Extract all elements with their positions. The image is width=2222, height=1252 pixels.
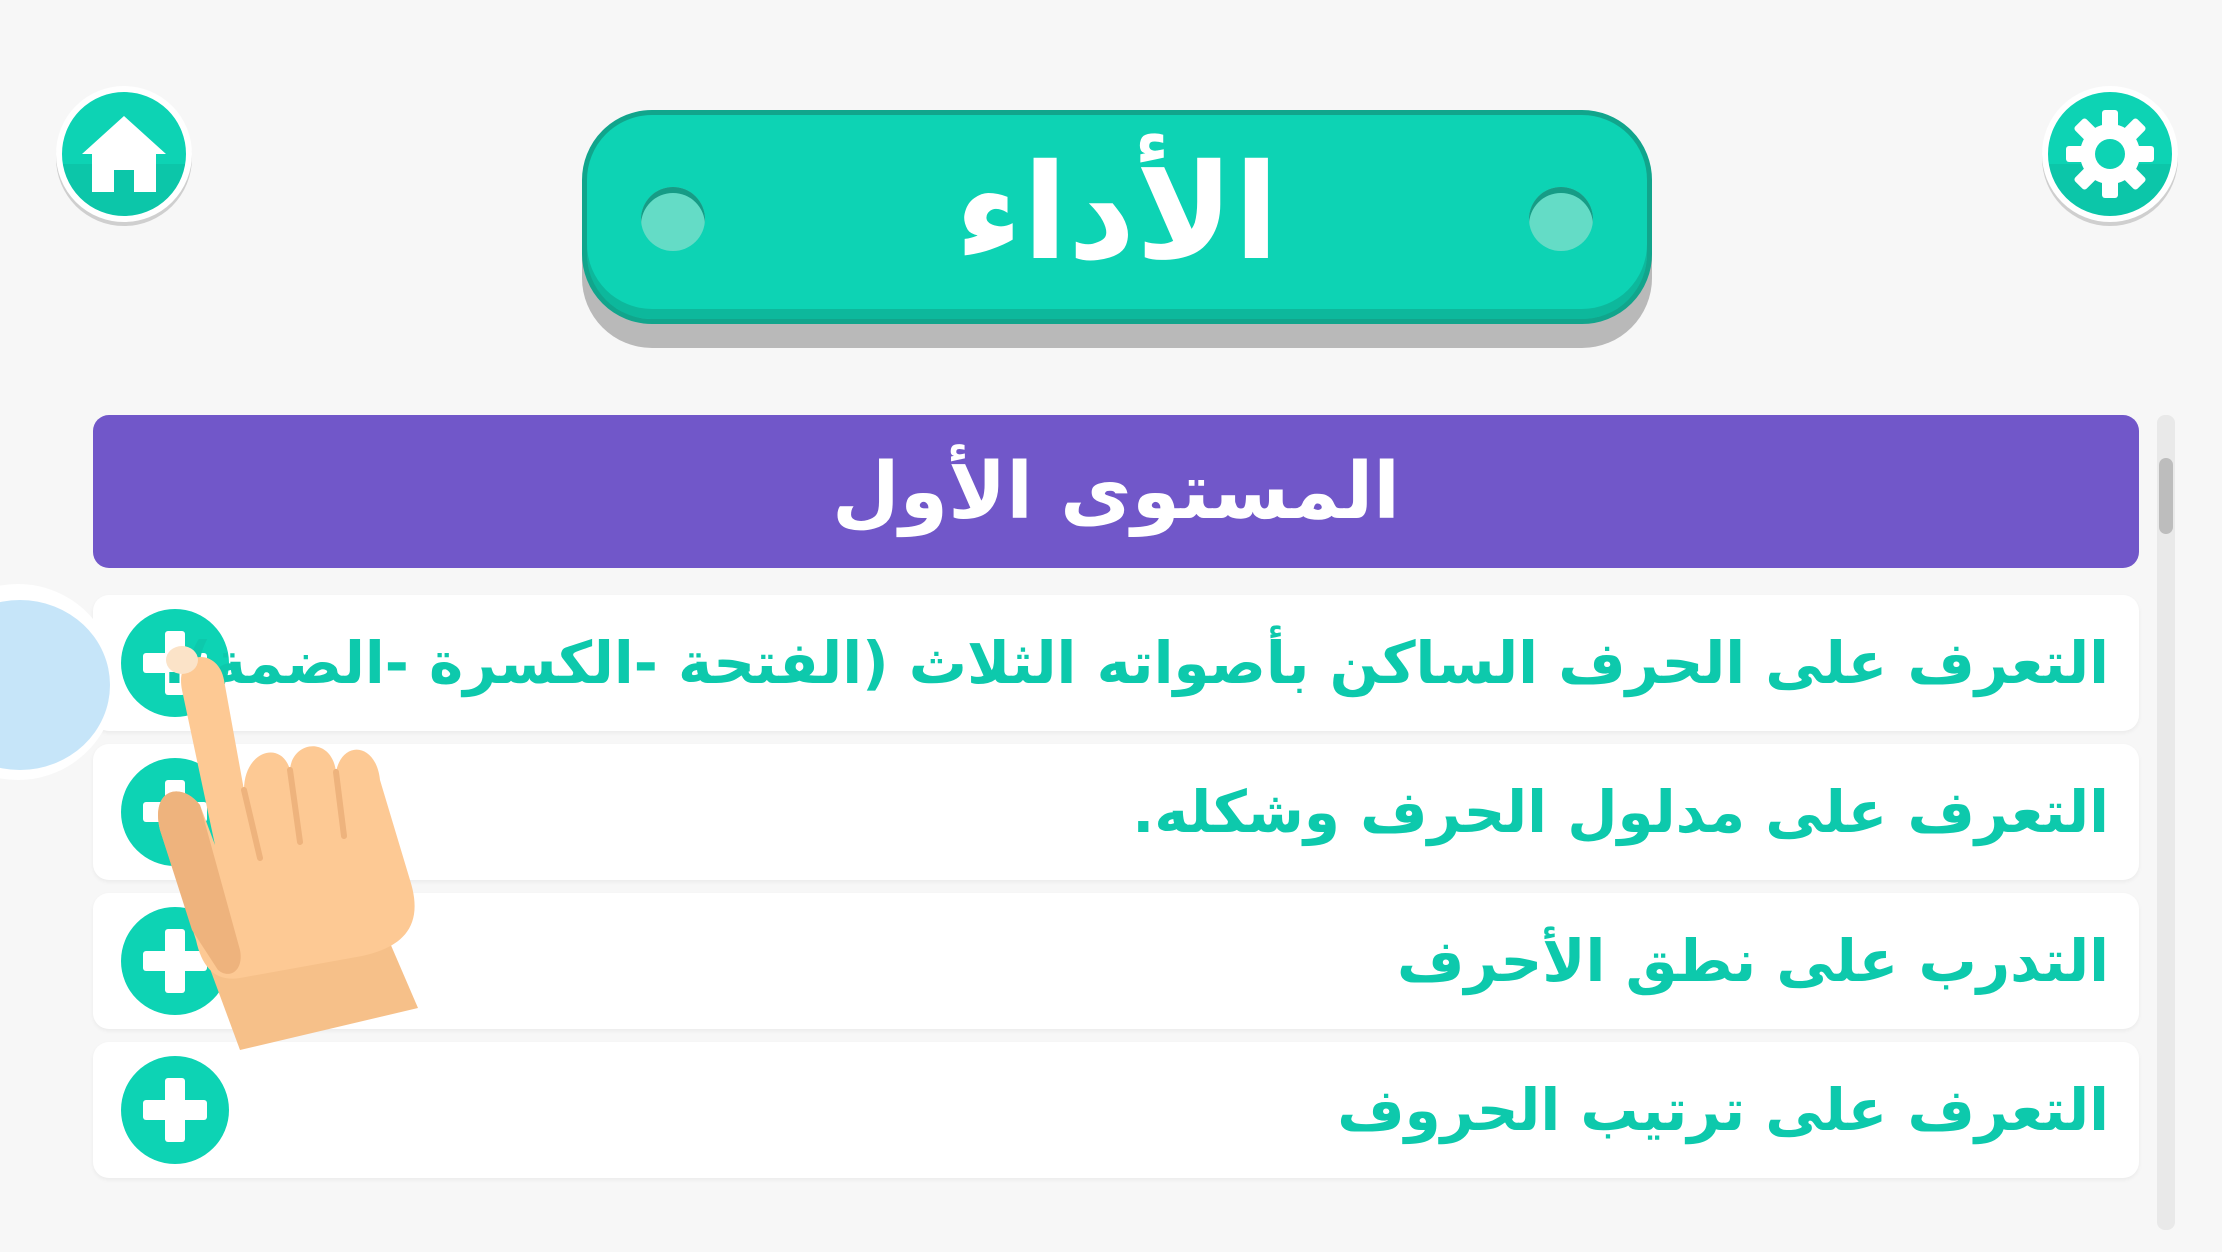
lesson-label: التعرف على ترتيب الحروف bbox=[1337, 1076, 2109, 1144]
lesson-row[interactable]: التعرف على ترتيب الحروف bbox=[93, 1042, 2139, 1178]
expand-button[interactable] bbox=[121, 1056, 229, 1164]
level-header: المستوى الأول bbox=[93, 415, 2139, 568]
scrollbar-track[interactable] bbox=[2157, 415, 2175, 1230]
pointing-hand-icon bbox=[158, 646, 418, 1050]
plus-icon-vertical bbox=[165, 1078, 185, 1142]
performance-screen: الأداء المستوى الأول التعرف على الحرف ال… bbox=[0, 0, 2222, 1252]
level-title: المستوى الأول bbox=[831, 446, 1401, 537]
lesson-label: التعرف على مدلول الحرف وشكله. bbox=[1132, 778, 2109, 846]
home-button[interactable] bbox=[56, 86, 192, 222]
title-banner: الأداء bbox=[582, 110, 1652, 324]
page-title: الأداء bbox=[954, 136, 1279, 290]
home-icon bbox=[82, 116, 166, 192]
settings-button[interactable] bbox=[2042, 86, 2178, 222]
lesson-label: التدرب على نطق الأحرف bbox=[1397, 927, 2109, 995]
gear-icon bbox=[2066, 110, 2154, 198]
lesson-label: التعرف على الحرف الساكن بأصواته الثلاث (… bbox=[163, 629, 2109, 697]
scrollbar-thumb[interactable] bbox=[2159, 458, 2173, 534]
